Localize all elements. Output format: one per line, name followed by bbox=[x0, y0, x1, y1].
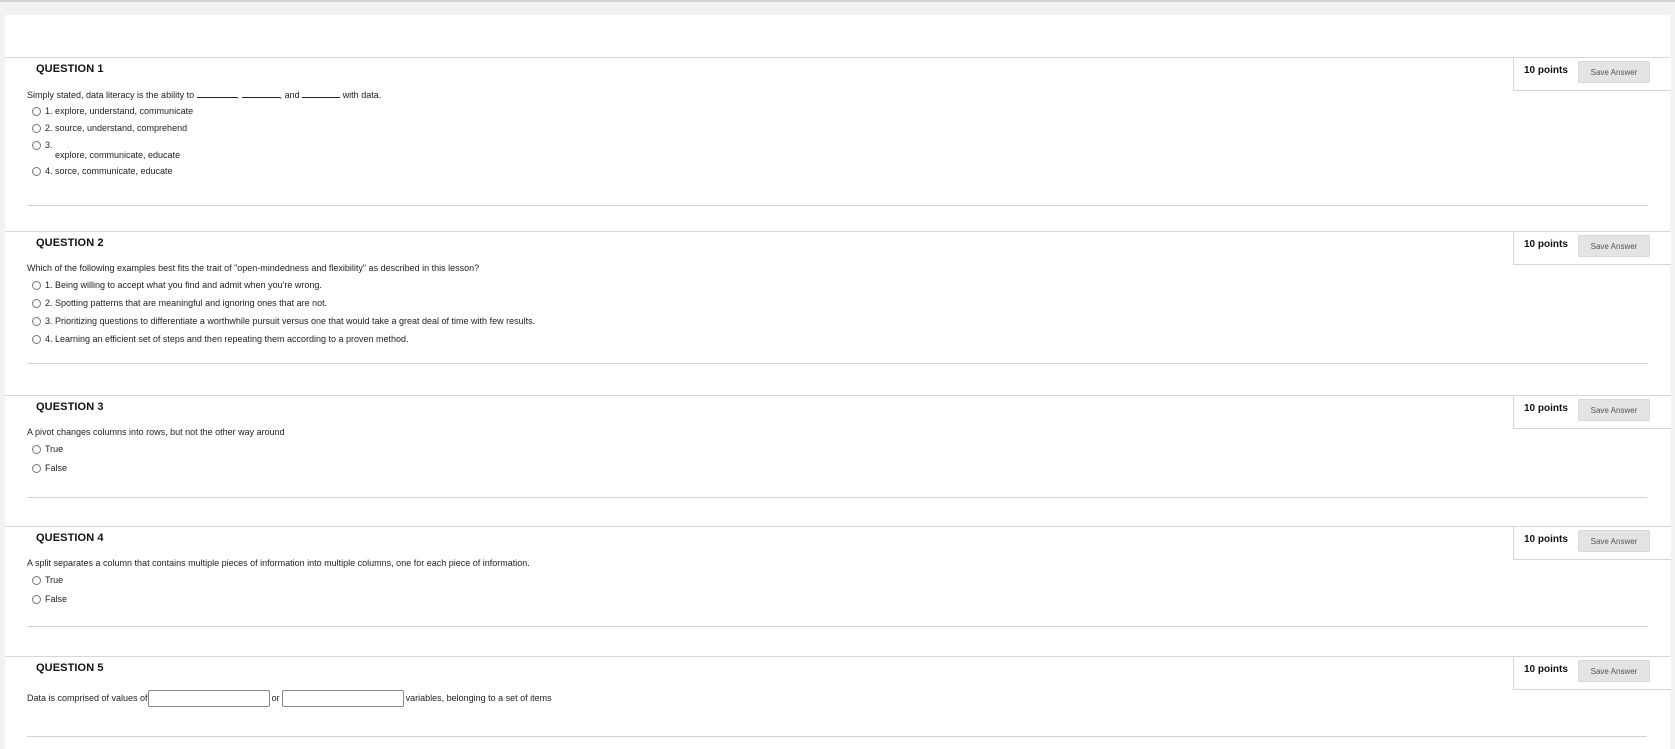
points-box: 10 points Save Answer bbox=[1513, 396, 1671, 429]
points-box: 10 points Save Answer bbox=[1513, 58, 1671, 91]
assessment-page: QUESTION 1 10 points Save Answer Simply … bbox=[5, 15, 1671, 749]
save-answer-button[interactable]: Save Answer bbox=[1578, 399, 1650, 421]
option-text: sorce, communicate, educate bbox=[55, 166, 173, 176]
radio-button[interactable] bbox=[32, 281, 41, 290]
option-text: True bbox=[45, 444, 64, 454]
radio-button[interactable] bbox=[32, 107, 41, 116]
option-number: 2. bbox=[45, 123, 53, 133]
blank-2-input[interactable] bbox=[281, 690, 404, 707]
points-box: 10 points Save Answer bbox=[1513, 232, 1671, 265]
option-number: 4. bbox=[45, 334, 53, 344]
prompt-end: variables, belonging to a set of items bbox=[405, 692, 552, 703]
option-text: False bbox=[45, 594, 68, 604]
option-number: 4. bbox=[45, 166, 53, 176]
question-title: QUESTION 2 bbox=[36, 237, 104, 249]
option-number: 3. bbox=[45, 316, 53, 326]
question-title: QUESTION 5 bbox=[36, 662, 104, 674]
question-divider bbox=[27, 736, 1647, 737]
radio-button[interactable] bbox=[32, 124, 41, 133]
radio-button[interactable] bbox=[32, 299, 41, 308]
question-prompt: Simply stated, data literacy is the abil… bbox=[27, 89, 381, 100]
radio-button[interactable] bbox=[32, 141, 41, 150]
radio-button[interactable] bbox=[32, 167, 41, 176]
radio-button[interactable] bbox=[32, 317, 41, 326]
question-divider bbox=[27, 205, 1647, 206]
option-number: 1. bbox=[45, 280, 53, 290]
option-text: explore, communicate, educate bbox=[55, 150, 181, 160]
points-label: 10 points bbox=[1524, 403, 1568, 414]
question-3: QUESTION 3 10 points Save Answer A pivot… bbox=[5, 395, 1671, 511]
question-divider bbox=[27, 626, 1647, 627]
option-text: Prioritizing questions to differentiate … bbox=[55, 316, 536, 326]
blank-1-input[interactable] bbox=[147, 690, 270, 707]
option-text: Learning an efficient set of steps and t… bbox=[55, 334, 409, 344]
radio-button[interactable] bbox=[32, 576, 41, 585]
blank-line bbox=[302, 89, 341, 98]
question-title: QUESTION 4 bbox=[36, 532, 104, 544]
question-prompt: Data is comprised of values of or variable… bbox=[27, 690, 552, 707]
question-4: QUESTION 4 10 points Save Answer A split… bbox=[5, 526, 1671, 640]
save-answer-button[interactable]: Save Answer bbox=[1578, 530, 1650, 552]
blank-line bbox=[196, 89, 237, 98]
prompt-mid: or bbox=[271, 692, 280, 703]
points-label: 10 points bbox=[1524, 534, 1568, 545]
option-text: False bbox=[45, 463, 68, 473]
question-title: QUESTION 1 bbox=[36, 63, 104, 75]
prompt-separator: , and bbox=[279, 90, 300, 100]
option-text: Spotting patterns that are meaningful an… bbox=[55, 298, 328, 308]
option-text: True bbox=[45, 575, 64, 585]
question-title: QUESTION 3 bbox=[36, 401, 104, 413]
save-answer-button[interactable]: Save Answer bbox=[1578, 235, 1650, 257]
radio-button[interactable] bbox=[32, 445, 41, 454]
question-divider bbox=[27, 497, 1647, 498]
radio-button[interactable] bbox=[32, 595, 41, 604]
prompt-end: with data. bbox=[342, 90, 382, 100]
points-box: 10 points Save Answer bbox=[1513, 657, 1671, 690]
question-5: QUESTION 5 10 points Save Answer Data is… bbox=[5, 656, 1671, 749]
radio-button[interactable] bbox=[32, 335, 41, 344]
prompt-start: Simply stated, data literacy is the abil… bbox=[27, 90, 195, 100]
save-answer-button[interactable]: Save Answer bbox=[1578, 61, 1650, 83]
question-2: QUESTION 2 10 points Save Answer Which o… bbox=[5, 231, 1671, 377]
question-divider bbox=[27, 363, 1647, 364]
top-border bbox=[0, 0, 1675, 2]
option-text: source, understand, comprehend bbox=[55, 123, 188, 133]
question-prompt: A pivot changes columns into rows, but n… bbox=[27, 427, 285, 437]
points-box: 10 points Save Answer bbox=[1513, 527, 1671, 560]
option-number: 2. bbox=[45, 298, 53, 308]
points-label: 10 points bbox=[1524, 65, 1568, 76]
question-prompt: A split separates a column that contains… bbox=[27, 558, 530, 568]
option-text: Being willing to accept what you find an… bbox=[55, 280, 322, 290]
option-text: explore, understand, communicate bbox=[55, 106, 194, 116]
option-number: 1. bbox=[45, 106, 53, 116]
question-prompt: Which of the following examples best fit… bbox=[27, 263, 480, 273]
question-1: QUESTION 1 10 points Save Answer Simply … bbox=[5, 57, 1671, 221]
prompt-separator: , bbox=[236, 90, 240, 100]
points-label: 10 points bbox=[1524, 239, 1568, 250]
points-label: 10 points bbox=[1524, 664, 1568, 675]
blank-line bbox=[241, 89, 280, 98]
option-number: 3. bbox=[45, 140, 53, 150]
save-answer-button[interactable]: Save Answer bbox=[1578, 660, 1650, 682]
prompt-start: Data is comprised of values of bbox=[27, 692, 148, 703]
radio-button[interactable] bbox=[32, 464, 41, 473]
